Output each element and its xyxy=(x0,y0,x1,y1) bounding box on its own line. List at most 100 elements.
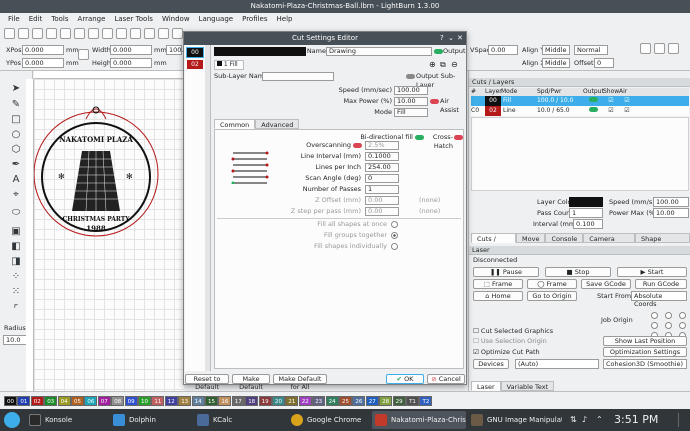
ellipse-icon[interactable]: ○ xyxy=(10,129,22,141)
width-input[interactable]: 0.000 xyxy=(110,45,152,55)
sublayer-copy-icon[interactable]: ⧉ xyxy=(440,60,446,70)
start-button[interactable]: ▶ Start xyxy=(617,267,687,277)
origin-radio[interactable] xyxy=(651,322,658,329)
height-input[interactable]: 0.000 xyxy=(110,58,152,68)
pen-icon[interactable]: ✒ xyxy=(10,159,22,171)
lock-ratio-icon[interactable] xyxy=(78,49,89,60)
dialog-layer-item-00[interactable]: 00 xyxy=(186,47,204,58)
menu-window[interactable]: Window xyxy=(162,13,190,25)
output-toggle[interactable] xyxy=(434,48,443,56)
menu-help[interactable]: Help xyxy=(277,13,293,25)
palette-swatch-20[interactable]: 20 xyxy=(272,396,285,406)
cuts-table-row[interactable]: C0 02 Line 10.0 / 65.0 ☑ ☑ xyxy=(471,106,689,116)
palette-swatch-05[interactable]: 05 xyxy=(71,396,84,406)
ok-button[interactable]: ✔ OK xyxy=(386,374,424,384)
tray-network-icon[interactable]: ⇅ xyxy=(570,415,577,424)
number-of-passes-input[interactable]: 1 xyxy=(365,185,399,194)
dialog-help-icon[interactable]: ? xyxy=(440,34,444,42)
menu-profiles[interactable]: Profiles xyxy=(242,13,267,25)
align-x-select[interactable]: Middle xyxy=(542,58,570,68)
palette-swatch-09[interactable]: 09 xyxy=(124,396,138,406)
new-file-icon[interactable] xyxy=(4,28,15,39)
optimization-settings-button[interactable]: Optimization Settings xyxy=(603,347,687,357)
palette-swatch-11[interactable]: 11 xyxy=(151,396,165,406)
sublayer-remove-icon[interactable]: ⊖ xyxy=(451,60,458,69)
palette-swatch-07[interactable]: 07 xyxy=(97,396,111,406)
text-icon[interactable]: A xyxy=(10,174,22,186)
palette-swatch-24[interactable]: 24 xyxy=(325,396,339,406)
corner-radius-icon[interactable]: ⌜ xyxy=(10,304,22,316)
tab-variable-text[interactable]: Variable Text xyxy=(500,381,555,391)
origin-radio[interactable] xyxy=(651,312,658,319)
devices-button[interactable]: Devices xyxy=(473,359,509,369)
reset-to-default-button[interactable]: Reset to Default xyxy=(185,374,229,391)
z-step-input[interactable]: 0.00 xyxy=(365,207,399,216)
optimize-cut-path-checkbox[interactable]: ☑ Optimize Cut Path xyxy=(473,347,540,357)
device-select[interactable]: Cohesion3D (Smoothie) xyxy=(603,359,687,369)
fill-groups-radio[interactable] xyxy=(391,232,398,239)
mode-select[interactable]: Fill xyxy=(394,108,428,117)
redo-icon[interactable] xyxy=(60,28,71,39)
palette-swatch-15[interactable]: 15 xyxy=(205,396,218,406)
tray-volume-icon[interactable]: ♪ xyxy=(582,415,587,424)
cut-icon[interactable] xyxy=(102,28,113,39)
palette-swatch-25[interactable]: 25 xyxy=(339,396,352,406)
position-laser-icon[interactable]: ⌖ xyxy=(10,189,22,201)
origin-radio[interactable] xyxy=(679,312,686,319)
menu-edit[interactable]: Edit xyxy=(29,13,43,25)
tray-expand-icon[interactable]: ⌃ xyxy=(596,415,603,424)
air-assist-toggle[interactable] xyxy=(430,98,439,106)
frame-button[interactable]: ⬚ Frame xyxy=(473,279,523,289)
sublayer-name-input[interactable] xyxy=(262,72,334,81)
make-default-button[interactable]: Make Default xyxy=(232,374,270,391)
palette-swatch-03[interactable]: 03 xyxy=(44,396,58,406)
palette-swatch-18[interactable]: 18 xyxy=(245,396,259,406)
import-icon[interactable] xyxy=(74,28,85,39)
lines-per-inch-input[interactable]: 254.00 xyxy=(365,163,399,172)
power-input[interactable]: 10.00 xyxy=(653,208,689,218)
tab-common[interactable]: Common xyxy=(214,119,256,129)
task-lightburn[interactable]: Nakatomi-Plaza-Christ... xyxy=(372,411,466,429)
palette-swatch-23[interactable]: 23 xyxy=(312,396,326,406)
undo-icon[interactable] xyxy=(46,28,57,39)
tab-move[interactable]: Move xyxy=(516,233,546,243)
menu-arrange[interactable]: Arrange xyxy=(78,13,106,25)
fill-individually-radio[interactable] xyxy=(391,243,398,250)
task-kcalc[interactable]: KCalc xyxy=(194,411,286,429)
select-cursor-icon[interactable]: ➤ xyxy=(10,83,22,95)
boolean-union-icon[interactable]: ▣ xyxy=(10,226,22,238)
row-output-toggle[interactable] xyxy=(583,106,603,116)
boolean-subtract-icon[interactable]: ◧ xyxy=(10,241,22,253)
pass-count-input[interactable]: 1 xyxy=(569,208,603,218)
cross-hatch-toggle[interactable] xyxy=(454,134,463,142)
palette-swatch-04[interactable]: 04 xyxy=(57,396,71,406)
palette-swatch-29[interactable]: 29 xyxy=(392,396,406,406)
start-from-select[interactable]: Absolute Coords xyxy=(631,291,687,308)
frame-circle-button[interactable]: ◯ Frame xyxy=(527,279,577,289)
task-dolphin[interactable]: Dolphin xyxy=(110,411,192,429)
interval-input[interactable]: 0.100 xyxy=(573,219,603,229)
width-percent-input[interactable]: 100.000 xyxy=(166,45,196,55)
menu-file[interactable]: File xyxy=(8,13,20,25)
row-air-checkbox[interactable]: ☑ xyxy=(619,106,635,116)
max-power-input[interactable]: 10.00 xyxy=(394,97,428,106)
rectangle-icon[interactable]: □ xyxy=(10,114,22,126)
palette-swatch-01[interactable]: 01 xyxy=(17,396,31,406)
row-air-checkbox[interactable]: ☑ xyxy=(619,96,635,106)
z-offset-input[interactable]: 0.00 xyxy=(365,196,399,205)
tab-shape-properties[interactable]: Shape Properties xyxy=(635,233,690,253)
use-selection-origin-checkbox[interactable]: ☐ Use Selection Origin xyxy=(473,336,547,346)
palette-swatch-16[interactable]: 16 xyxy=(218,396,232,406)
palette-swatch-17[interactable]: 17 xyxy=(231,396,245,406)
layer-name-input[interactable]: Drawing xyxy=(326,47,432,56)
tab-console[interactable]: Console xyxy=(545,233,584,243)
row-show-checkbox[interactable]: ☑ xyxy=(603,106,619,116)
palette-swatch-28[interactable]: 28 xyxy=(379,396,393,406)
palette-swatch-22[interactable]: 22 xyxy=(298,396,312,406)
copy-icon[interactable] xyxy=(116,28,127,39)
task-konsole[interactable]: Konsole xyxy=(26,411,108,429)
speed-input[interactable]: 100.00 xyxy=(653,197,689,207)
task-gimp[interactable]: GNU Image Manipulati... xyxy=(468,411,562,429)
app-launcher-icon[interactable] xyxy=(4,412,20,428)
circular-array-icon[interactable]: ⁙ xyxy=(10,286,22,298)
